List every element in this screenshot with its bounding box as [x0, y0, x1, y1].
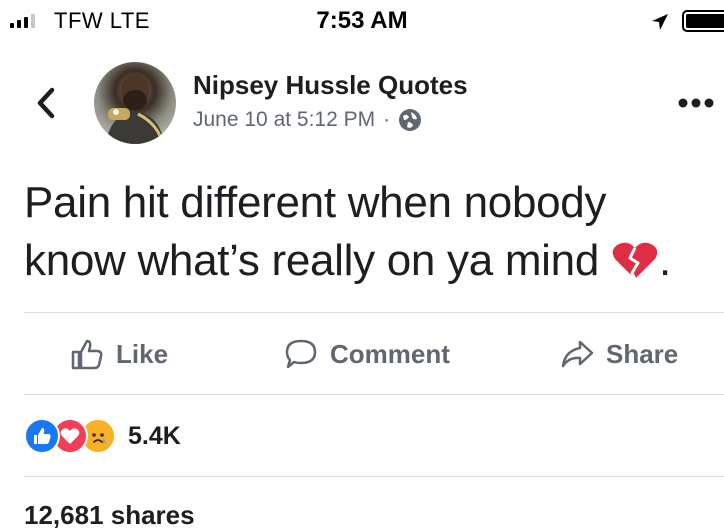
- divider-bottom: [24, 476, 724, 477]
- comment-bubble-icon: [285, 339, 317, 369]
- share-label: Share: [606, 338, 679, 369]
- post-meta: June 10 at 5:12 PM ·: [193, 108, 422, 132]
- divider-top: [24, 312, 724, 313]
- post-text: Pain hit different when nobody know what…: [24, 174, 714, 290]
- more-options-icon[interactable]: [676, 96, 716, 110]
- battery-level: [686, 14, 724, 28]
- page-name[interactable]: Nipsey Hussle Quotes: [193, 70, 468, 101]
- back-chevron-icon[interactable]: [34, 86, 58, 120]
- page-avatar[interactable]: [94, 62, 176, 144]
- battery-icon: [682, 10, 724, 32]
- like-button[interactable]: Like: [70, 332, 168, 376]
- post-text-line-2: know what’s really on ya mind .: [24, 232, 714, 290]
- like-label: Like: [116, 338, 169, 369]
- share-button[interactable]: Share: [560, 332, 678, 376]
- comment-label: Comment: [330, 338, 450, 369]
- post-date[interactable]: June 10 at 5:12 PM: [193, 108, 375, 132]
- status-time: 7:53 AM: [316, 7, 408, 34]
- reactions-summary[interactable]: 5.4K: [24, 416, 181, 456]
- globe-icon: [399, 109, 422, 131]
- post-text-line-1: Pain hit different when nobody: [24, 178, 607, 227]
- meta-separator: ·: [383, 108, 391, 131]
- location-arrow-icon: [652, 14, 668, 30]
- reaction-count: 5.4K: [128, 421, 181, 450]
- share-arrow-icon: [561, 340, 594, 368]
- status-bar: TFW LTE 7:53 AM: [0, 0, 724, 40]
- comment-button[interactable]: Comment: [284, 332, 450, 376]
- post-text-line-2-text: know what’s really on ya mind: [24, 236, 599, 285]
- broken-heart-icon: [612, 242, 658, 280]
- like-reaction-icon: [24, 418, 60, 454]
- shares-count[interactable]: 12,681 shares: [24, 500, 195, 531]
- thumbs-up-icon: [71, 339, 103, 370]
- divider-middle: [24, 394, 724, 395]
- post-text-suffix: .: [659, 236, 671, 285]
